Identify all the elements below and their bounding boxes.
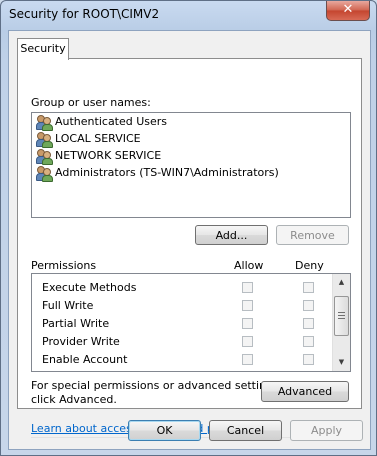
scroll-thumb[interactable] — [334, 296, 349, 336]
allow-checkbox[interactable] — [242, 336, 253, 347]
security-tab-panel: Group or user names: Authenticated Users… — [17, 58, 362, 438]
permission-name: Execute Methods — [42, 281, 137, 294]
advanced-button[interactable]: Advanced — [261, 381, 349, 402]
list-item[interactable]: Authenticated Users — [32, 113, 350, 131]
security-dialog: Security for ROOT\CIMV2 ✕ Security Group… — [0, 0, 377, 456]
permission-name: Provider Write — [42, 335, 120, 348]
remove-button[interactable]: Remove — [276, 225, 349, 245]
deny-checkbox[interactable] — [303, 354, 314, 365]
deny-header: Deny — [295, 259, 324, 272]
permissions-list[interactable]: Execute Methods Full Write Partial Write… — [31, 273, 351, 372]
close-button[interactable]: ✕ — [326, 1, 370, 21]
allow-checkbox[interactable] — [242, 300, 253, 311]
list-item[interactable]: LOCAL SERVICE — [32, 130, 350, 148]
group-names-label: Group or user names: — [31, 96, 151, 109]
cancel-button[interactable]: Cancel — [209, 420, 282, 441]
permission-row: Partial Write — [32, 315, 332, 333]
allow-checkbox[interactable] — [242, 282, 253, 293]
user-name: Authenticated Users — [55, 115, 168, 128]
dialog-client-area: Security Group or user names: Authentica… — [8, 30, 371, 450]
list-item[interactable]: Administrators (TS-WIN7\Administrators) — [32, 164, 350, 182]
deny-checkbox[interactable] — [303, 282, 314, 293]
allow-checkbox[interactable] — [242, 318, 253, 329]
user-group-icon — [36, 148, 53, 165]
permission-name: Enable Account — [42, 353, 128, 366]
user-name: Administrators (TS-WIN7\Administrators) — [55, 166, 279, 179]
permission-row: Execute Methods — [32, 279, 332, 297]
user-group-icon — [36, 114, 53, 131]
deny-checkbox[interactable] — [303, 336, 314, 347]
user-name: NETWORK SERVICE — [55, 149, 162, 162]
apply-button[interactable]: Apply — [290, 420, 363, 441]
list-item[interactable]: NETWORK SERVICE — [32, 147, 350, 165]
permission-row: Provider Write — [32, 333, 332, 351]
deny-checkbox[interactable] — [303, 318, 314, 329]
permission-row: Full Write — [32, 297, 332, 315]
user-list[interactable]: Authenticated Users LOCAL SERVICE NETWOR… — [31, 112, 351, 218]
scroll-up-arrow-icon[interactable]: ▲ — [333, 274, 350, 291]
scroll-down-arrow-icon[interactable]: ▼ — [333, 354, 350, 371]
add-button[interactable]: Add... — [195, 225, 268, 245]
permission-name: Partial Write — [42, 317, 110, 330]
permissions-header: Permissions — [31, 259, 97, 272]
deny-checkbox[interactable] — [303, 300, 314, 311]
permission-row: Enable Account — [32, 351, 332, 369]
user-group-icon — [36, 165, 53, 182]
tab-security[interactable]: Security — [17, 38, 69, 60]
ok-button[interactable]: OK — [128, 420, 201, 441]
allow-checkbox[interactable] — [242, 354, 253, 365]
title-bar[interactable]: Security for ROOT\CIMV2 ✕ — [1, 1, 376, 27]
allow-header: Allow — [234, 259, 264, 272]
user-name: LOCAL SERVICE — [55, 132, 141, 145]
permissions-scrollbar[interactable]: ▲ ▼ — [332, 274, 350, 371]
window-title: Security for ROOT\CIMV2 — [9, 7, 160, 21]
advanced-note-line1: For special permissions or advanced sett… — [31, 379, 283, 392]
user-group-icon — [36, 131, 53, 148]
advanced-note-line2: click Advanced. — [31, 393, 117, 406]
permission-name: Full Write — [42, 299, 94, 312]
